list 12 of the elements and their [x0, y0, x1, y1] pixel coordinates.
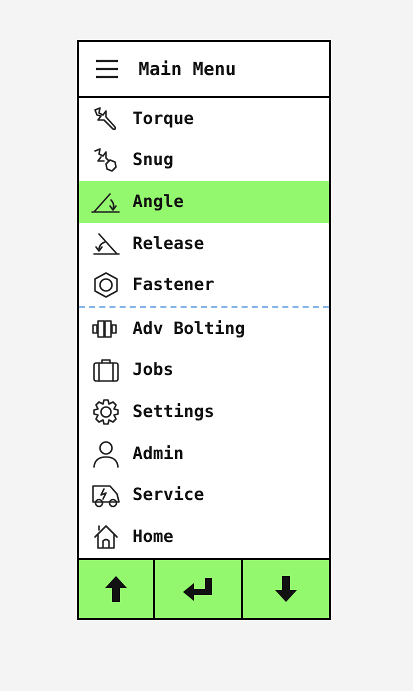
briefcase-icon	[90, 356, 120, 384]
up-button[interactable]	[78, 560, 152, 618]
down-arrow-icon	[272, 574, 298, 604]
menu-icon[interactable]	[94, 59, 118, 79]
down-button[interactable]	[242, 560, 328, 618]
menu-item[interactable]: Angle	[78, 181, 328, 223]
person-icon	[90, 440, 120, 468]
enter-button[interactable]	[154, 560, 240, 618]
gear-icon	[90, 398, 120, 426]
up-arrow-icon	[102, 574, 128, 604]
menu-title: Main Menu	[138, 58, 236, 80]
enter-icon	[180, 576, 214, 602]
